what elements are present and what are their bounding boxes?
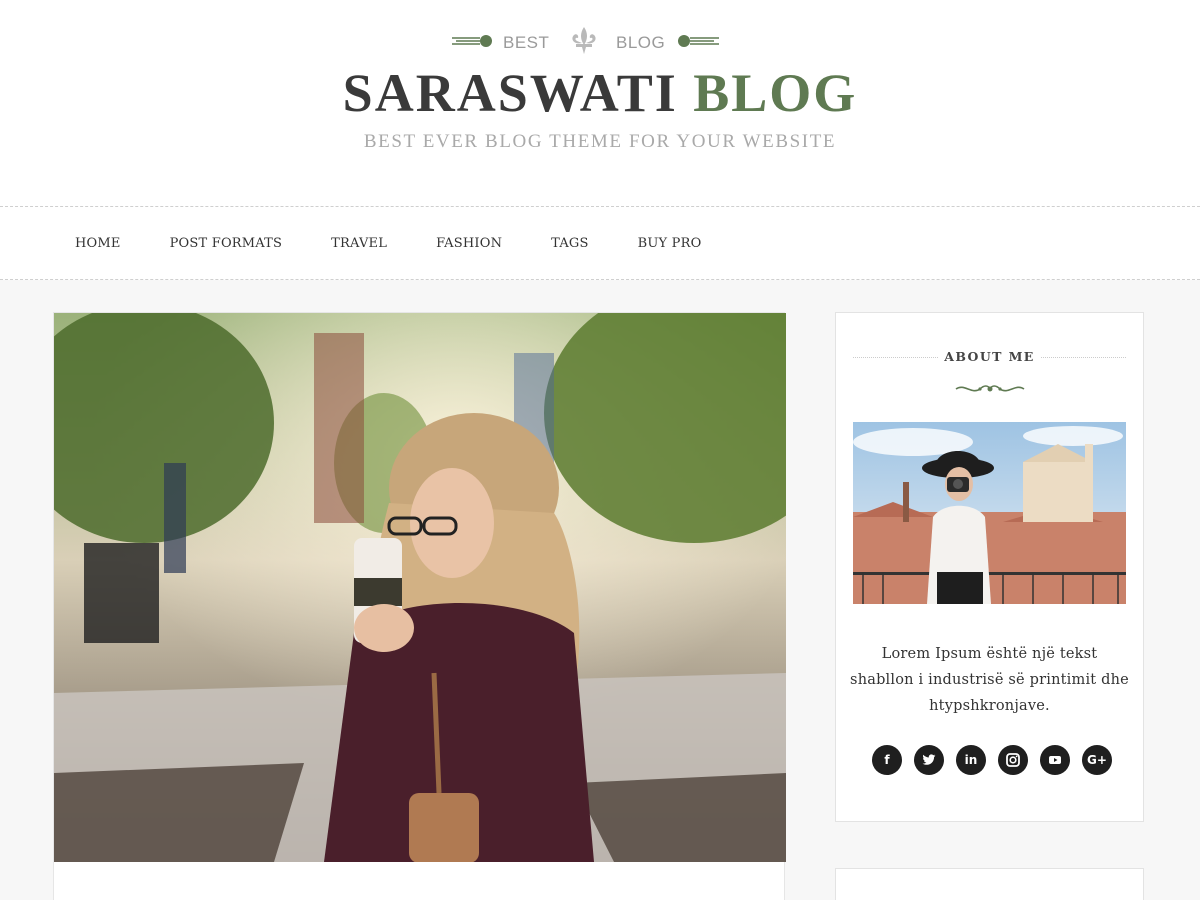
logo-word-left: BEST xyxy=(503,33,550,52)
google-plus-icon[interactable]: G+ xyxy=(1082,745,1112,775)
widget-title-row: ABOUT ME xyxy=(853,347,1126,367)
featured-post xyxy=(53,312,786,900)
sidebar-widget-2 xyxy=(835,868,1144,900)
logo-ornament-row: BEST BLOG xyxy=(450,24,722,60)
divider xyxy=(1041,357,1126,358)
site-logo[interactable]: BEST BLOG SARASWATI BLOG BEST EVER BLOG … xyxy=(0,0,1200,206)
site-title[interactable]: SARASWATI BLOG xyxy=(0,60,1200,126)
photo-woman-drinking-coffee-icon xyxy=(54,313,786,862)
youtube-icon[interactable] xyxy=(1040,745,1070,775)
site-title-main: SARASWATI xyxy=(342,63,678,123)
twitter-bird-icon xyxy=(922,754,936,765)
site-tagline: BEST EVER BLOG THEME FOR YOUR WEBSITE xyxy=(363,131,837,152)
featured-post-image[interactable] xyxy=(54,313,786,862)
nav-item-fashion[interactable]: FASHION xyxy=(436,236,502,251)
photo-woman-with-camera-icon xyxy=(853,422,1126,604)
facebook-icon[interactable]: f xyxy=(872,745,902,775)
twitter-icon[interactable] xyxy=(914,745,944,775)
right-arrow-ornament-icon xyxy=(678,35,719,47)
about-me-photo[interactable] xyxy=(853,422,1126,604)
instagram-camera-icon xyxy=(1006,753,1020,767)
nav-item-tags[interactable]: TAGS xyxy=(551,236,588,251)
social-links: f in G+ xyxy=(872,745,1112,777)
nav-item-post-formats[interactable]: POST FORMATS xyxy=(170,236,283,251)
main-navigation: HOME POST FORMATS TRAVEL FASHION TAGS BU… xyxy=(0,206,1200,280)
youtube-play-icon xyxy=(1049,756,1061,764)
nav-item-home[interactable]: HOME xyxy=(75,236,121,251)
nav-menu: HOME POST FORMATS TRAVEL FASHION TAGS BU… xyxy=(75,207,750,279)
instagram-icon[interactable] xyxy=(998,745,1028,775)
left-arrow-ornament-icon xyxy=(452,35,492,47)
site-title-accent: BLOG xyxy=(693,63,858,123)
about-me-widget: ABOUT ME Lorem Ipsum është një tekst sha… xyxy=(835,312,1144,822)
nav-item-buy-pro[interactable]: BUY PRO xyxy=(638,236,702,251)
nav-item-travel[interactable]: TRAVEL xyxy=(331,236,387,251)
logo-word-right: BLOG xyxy=(616,33,666,52)
site-header: BEST BLOG SARASWATI BLOG BEST EVER BLOG … xyxy=(0,0,1200,206)
fleur-de-lis-icon xyxy=(572,27,596,54)
linkedin-icon[interactable]: in xyxy=(956,745,986,775)
scroll-ornament-icon xyxy=(955,385,1025,392)
about-me-text: Lorem Ipsum është një tekst shabllon i i… xyxy=(850,646,1129,714)
